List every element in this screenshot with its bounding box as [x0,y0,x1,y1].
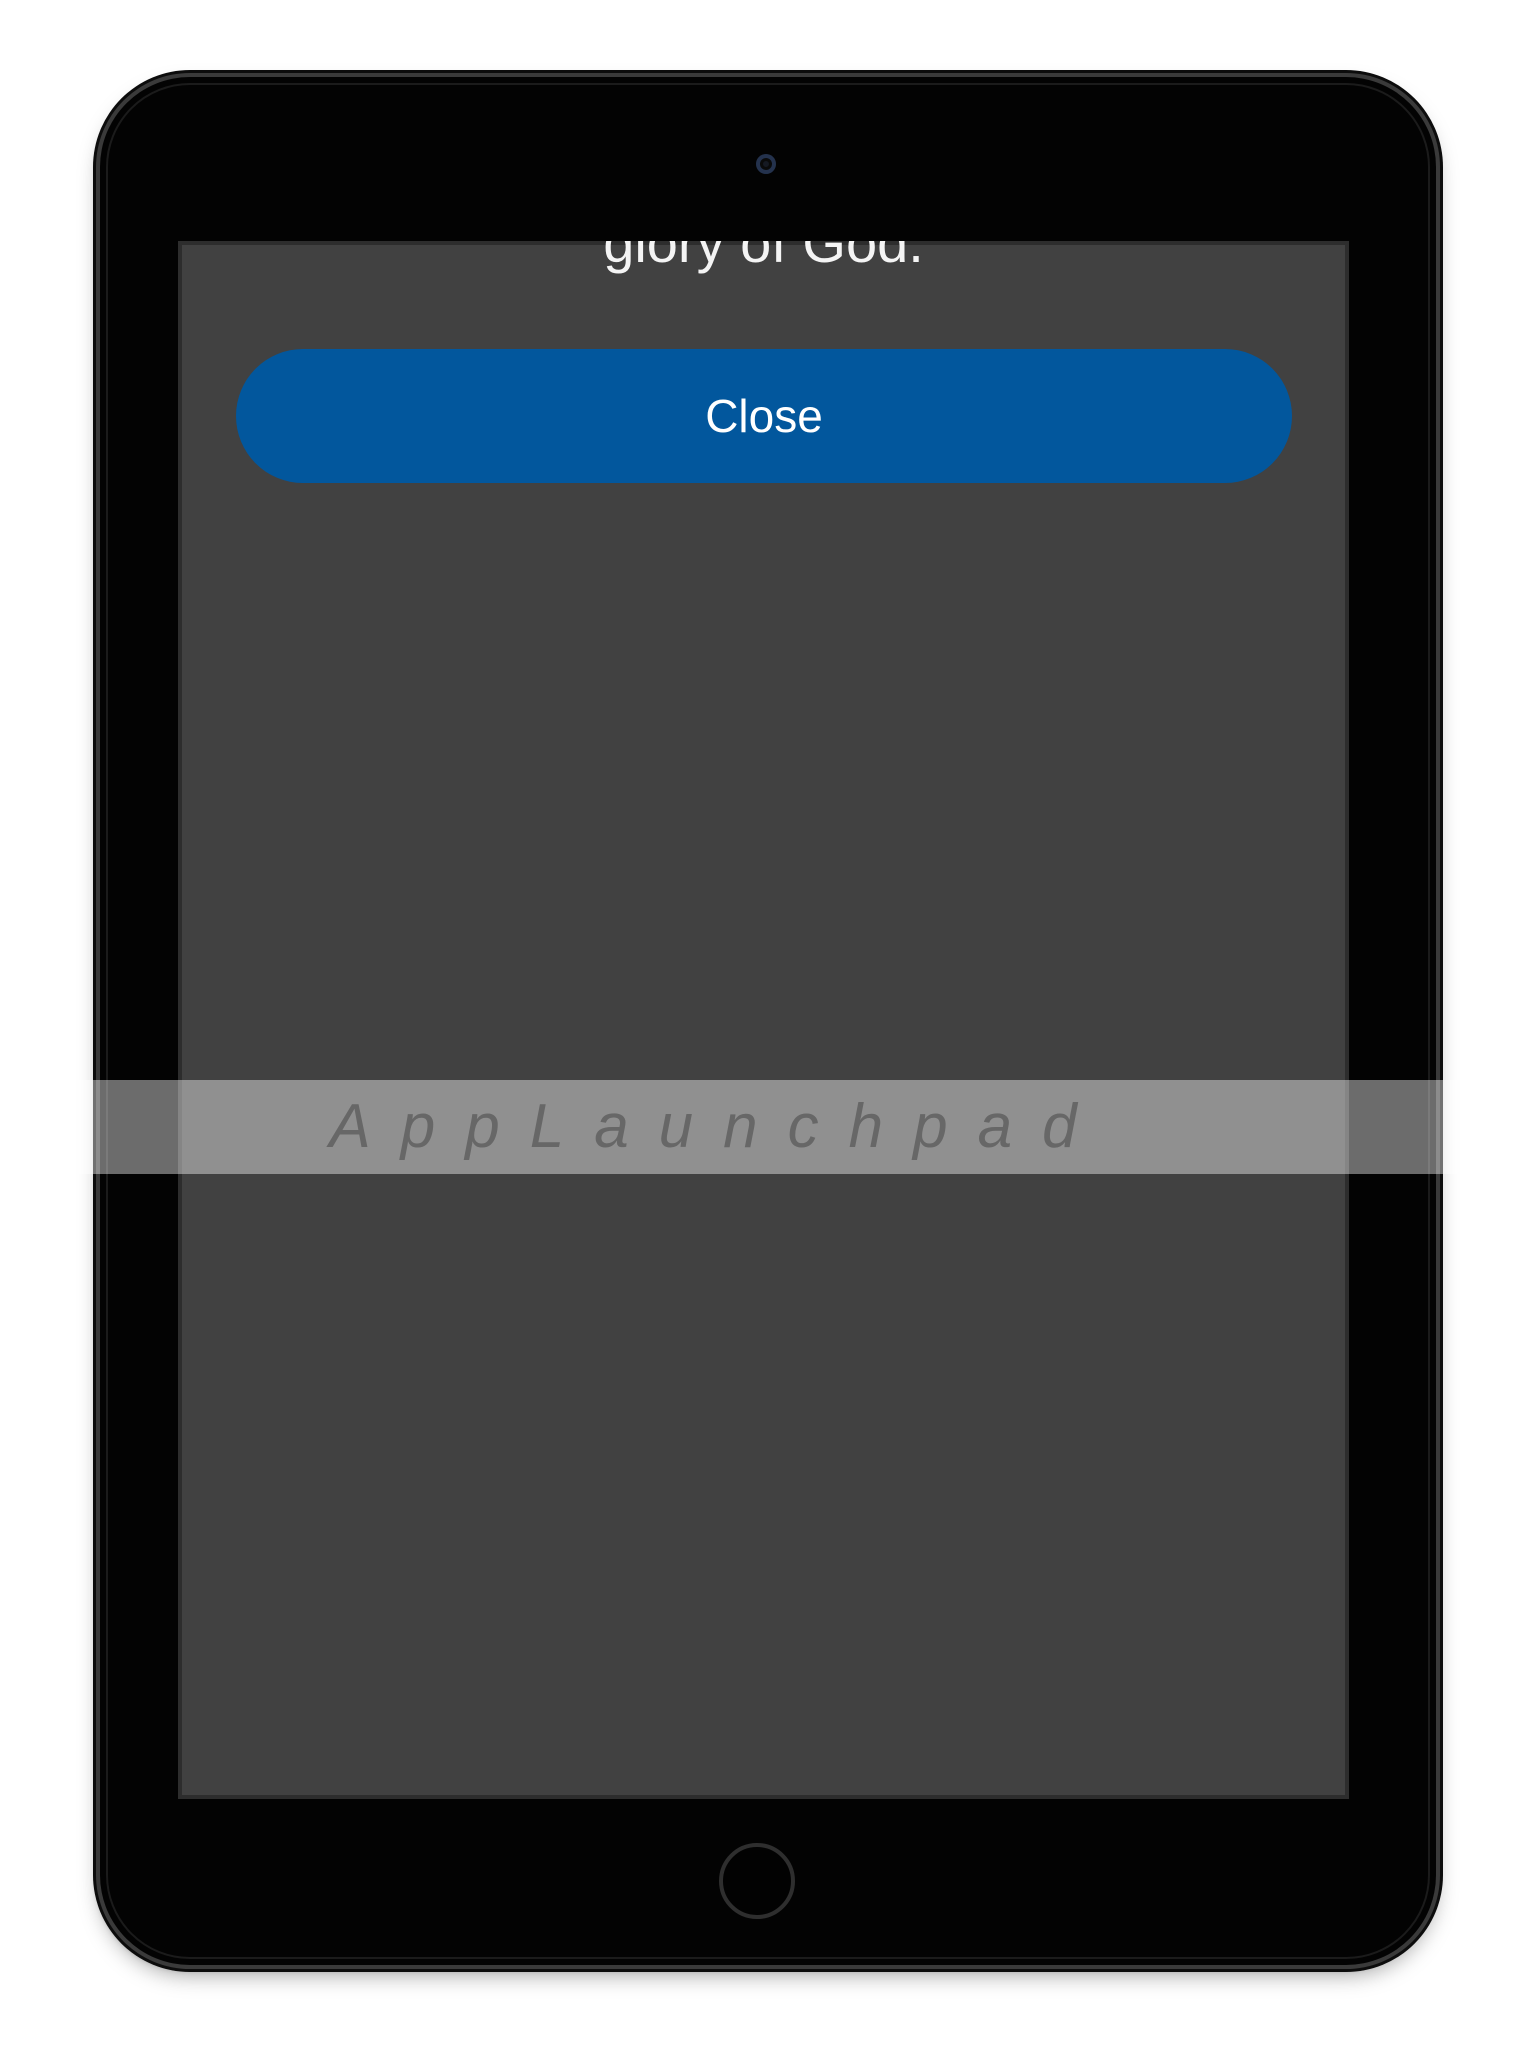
content-text: glory of God. [603,241,924,274]
app-screen: glory of God. Close [178,241,1349,1799]
camera-icon [756,154,776,174]
watermark-text: AppLaunchpad [329,1092,1107,1161]
tablet-frame: glory of God. Close [100,77,1436,1965]
close-button[interactable]: Close [236,349,1292,483]
home-button[interactable] [719,1843,795,1919]
